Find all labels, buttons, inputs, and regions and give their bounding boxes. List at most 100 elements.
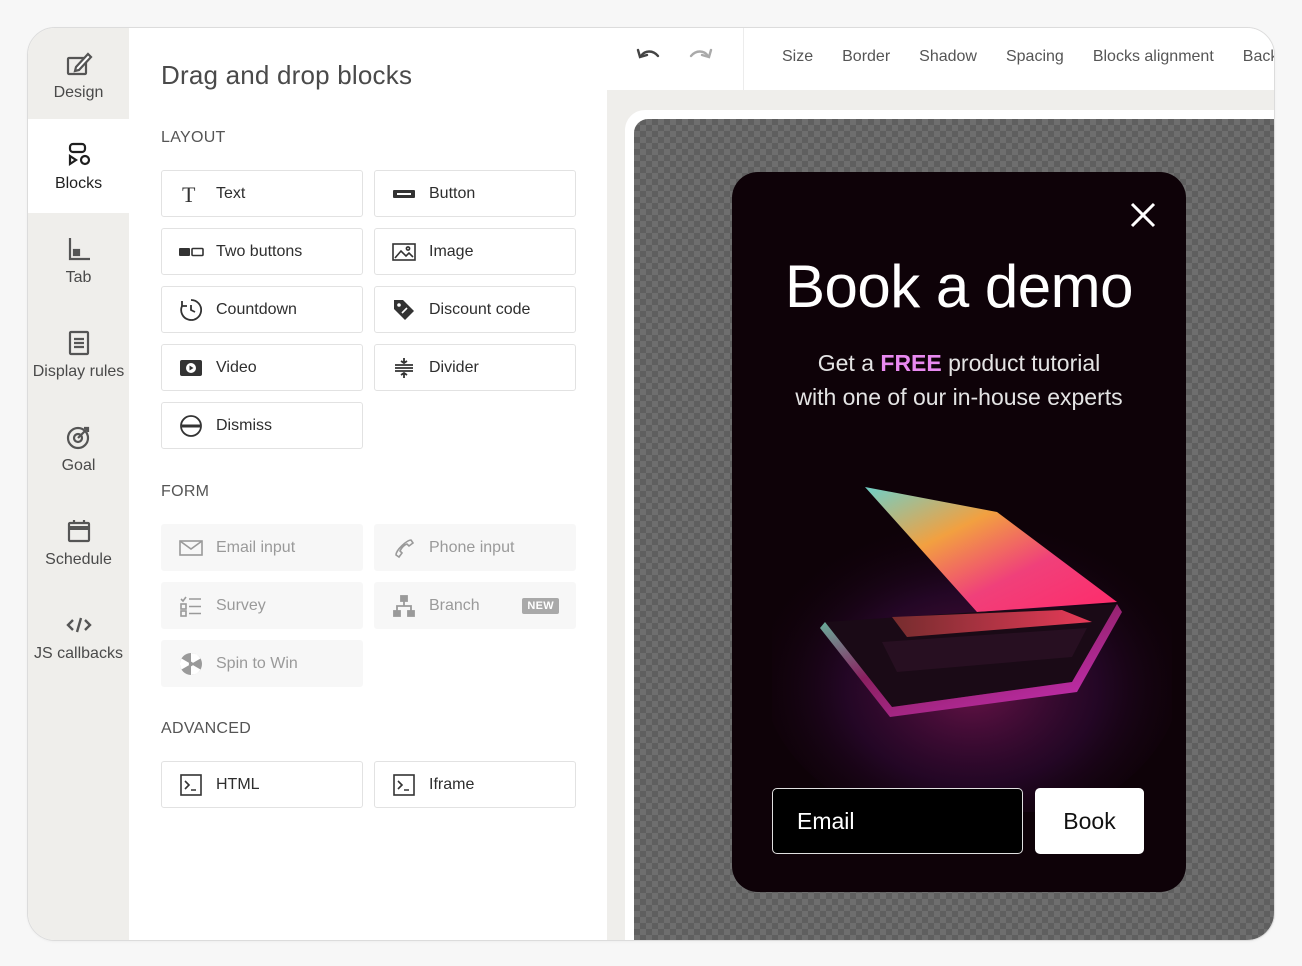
- redo-button[interactable]: [685, 43, 715, 73]
- rail-label: Design: [53, 83, 104, 101]
- tag-icon: [391, 297, 417, 323]
- tab-background[interactable]: Back: [1243, 48, 1274, 66]
- rail-label: JS callbacks: [34, 644, 123, 662]
- rail-label: Blocks: [54, 174, 103, 192]
- rail-item-blocks[interactable]: Blocks: [28, 119, 129, 213]
- block-discount-code[interactable]: Discount code: [374, 286, 576, 333]
- block-spin-to-win[interactable]: Spin to Win: [161, 640, 363, 687]
- button-icon: [391, 181, 417, 207]
- preview-canvas: Book a demo Get a FREE product tutorial …: [634, 119, 1274, 940]
- block-phone-input[interactable]: Phone input: [374, 524, 576, 571]
- rail-item-design[interactable]: Design: [28, 28, 129, 122]
- subtitle-prefix: Get a: [817, 350, 881, 376]
- block-label: Text: [216, 184, 246, 202]
- block-survey[interactable]: Survey: [161, 582, 363, 629]
- block-label: HTML: [216, 775, 260, 793]
- rail-label: Goal: [61, 456, 96, 474]
- block-label: Divider: [429, 358, 479, 376]
- branch-icon: [391, 593, 417, 619]
- block-dismiss[interactable]: Dismiss: [161, 402, 363, 449]
- canvas-frame: Book a demo Get a FREE product tutorial …: [625, 110, 1274, 940]
- rail-label: Display rules: [32, 362, 125, 380]
- block-label: Iframe: [429, 775, 475, 793]
- block-label: Video: [216, 358, 257, 376]
- tab-blocks-alignment[interactable]: Blocks alignment: [1093, 48, 1214, 66]
- tab-icon: [64, 234, 94, 264]
- subtitle-free: FREE: [880, 350, 942, 376]
- section-heading-advanced: ADVANCED: [161, 720, 252, 737]
- divider-icon: [391, 355, 417, 381]
- block-button[interactable]: Button: [374, 170, 576, 217]
- phone-icon: [391, 535, 417, 561]
- block-html[interactable]: HTML: [161, 761, 363, 808]
- video-icon: [178, 355, 204, 381]
- block-video[interactable]: Video: [161, 344, 363, 391]
- style-tabs: Size Border Shadow Spacing Blocks alignm…: [782, 48, 1274, 66]
- email-field[interactable]: Email: [772, 788, 1023, 854]
- section-heading-form: FORM: [161, 483, 210, 500]
- block-label: Image: [429, 242, 474, 260]
- tab-border[interactable]: Border: [842, 48, 890, 66]
- block-label: Countdown: [216, 300, 297, 318]
- clock-icon: [178, 297, 204, 323]
- rail-label: Schedule: [45, 550, 112, 568]
- toolbar-divider: [743, 28, 744, 90]
- wheel-icon: [178, 651, 204, 677]
- blocks-panel: Drag and drop blocks LAYOUT T Text Butto…: [129, 28, 607, 940]
- block-label: Two buttons: [216, 242, 303, 260]
- block-label: Dismiss: [216, 416, 272, 434]
- list-icon: [64, 328, 94, 358]
- tab-shadow[interactable]: Shadow: [919, 48, 977, 66]
- block-divider[interactable]: Divider: [374, 344, 576, 391]
- editor-window: Design Blocks Tab Display rules Goal Sch…: [27, 27, 1275, 941]
- block-countdown[interactable]: Countdown: [161, 286, 363, 333]
- block-text[interactable]: T Text: [161, 170, 363, 217]
- popup-subtitle[interactable]: Get a FREE product tutorial with one of …: [732, 346, 1186, 414]
- code-icon: [64, 610, 94, 640]
- block-label: Phone input: [429, 538, 515, 556]
- book-button[interactable]: Book: [1035, 788, 1144, 854]
- target-icon: [64, 422, 94, 452]
- rail-item-tab[interactable]: Tab: [28, 213, 129, 307]
- rail-label: Tab: [65, 268, 92, 286]
- edit-icon: [64, 49, 94, 79]
- new-badge: NEW: [522, 597, 559, 614]
- rail-item-js-callbacks[interactable]: JS callbacks: [28, 589, 129, 683]
- rail-item-goal[interactable]: Goal: [28, 401, 129, 495]
- toolbar: Size Border Shadow Spacing Blocks alignm…: [607, 28, 1274, 90]
- block-label: Button: [429, 184, 476, 202]
- image-icon: [391, 239, 417, 265]
- mail-icon: [178, 535, 204, 561]
- undo-button[interactable]: [634, 43, 664, 73]
- terminal-icon: [178, 772, 204, 798]
- subtitle-suffix: product tutorial: [941, 350, 1101, 376]
- editor-area: Size Border Shadow Spacing Blocks alignm…: [607, 28, 1274, 940]
- page-title: Drag and drop blocks: [161, 60, 413, 90]
- laptop-image[interactable]: [772, 452, 1172, 812]
- text-icon: T: [178, 181, 204, 207]
- close-icon[interactable]: [1128, 200, 1158, 230]
- terminal-icon: [391, 772, 417, 798]
- rail-item-schedule[interactable]: Schedule: [28, 495, 129, 589]
- popup-title[interactable]: Book a demo: [732, 252, 1186, 321]
- tab-spacing[interactable]: Spacing: [1006, 48, 1064, 66]
- subtitle-line-2: with one of our in-house experts: [795, 384, 1123, 410]
- blocks-icon: [64, 140, 94, 170]
- undo-icon: [635, 46, 663, 71]
- calendar-icon: [64, 516, 94, 546]
- block-email-input[interactable]: Email input: [161, 524, 363, 571]
- tab-size[interactable]: Size: [782, 48, 813, 66]
- block-branch[interactable]: Branch NEW: [374, 582, 576, 629]
- section-heading-layout: LAYOUT: [161, 129, 226, 146]
- rail-item-display-rules[interactable]: Display rules: [28, 307, 129, 401]
- block-label: Spin to Win: [216, 654, 298, 672]
- redo-icon: [686, 46, 714, 71]
- dismiss-icon: [178, 413, 204, 439]
- svg-text:T: T: [182, 183, 196, 205]
- popup-preview[interactable]: Book a demo Get a FREE product tutorial …: [732, 172, 1186, 892]
- survey-icon: [178, 593, 204, 619]
- block-image[interactable]: Image: [374, 228, 576, 275]
- block-iframe[interactable]: Iframe: [374, 761, 576, 808]
- block-two-buttons[interactable]: Two buttons: [161, 228, 363, 275]
- sidebar-rail: Design Blocks Tab Display rules Goal Sch…: [28, 28, 129, 940]
